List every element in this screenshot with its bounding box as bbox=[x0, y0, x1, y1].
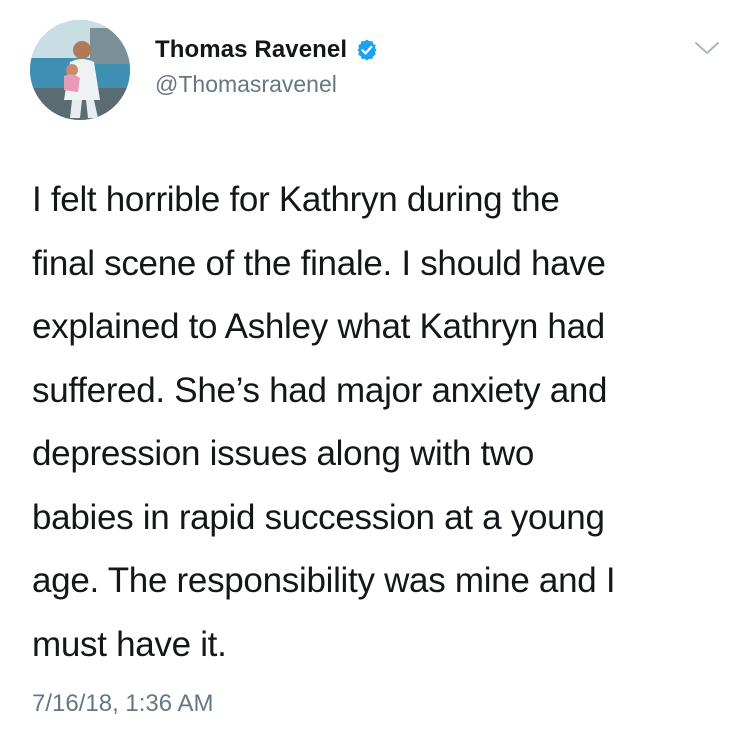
tweet-card: Thomas Ravenel @Thomasravenel I felt hor… bbox=[0, 0, 750, 739]
tweet-author: Thomas Ravenel @Thomasravenel bbox=[155, 33, 379, 98]
verified-badge-icon bbox=[355, 38, 379, 62]
avatar[interactable] bbox=[30, 20, 130, 120]
author-handle[interactable]: @Thomasravenel bbox=[155, 71, 379, 98]
avatar-photo bbox=[30, 20, 130, 120]
chevron-down-icon[interactable] bbox=[693, 38, 721, 58]
author-name-row: Thomas Ravenel bbox=[155, 33, 379, 67]
tweet-timestamp[interactable]: 7/16/18, 1:36 AM bbox=[32, 690, 213, 718]
author-display-name[interactable]: Thomas Ravenel bbox=[155, 36, 347, 64]
tweet-text: I felt horrible for Kathryn during the f… bbox=[32, 180, 616, 664]
